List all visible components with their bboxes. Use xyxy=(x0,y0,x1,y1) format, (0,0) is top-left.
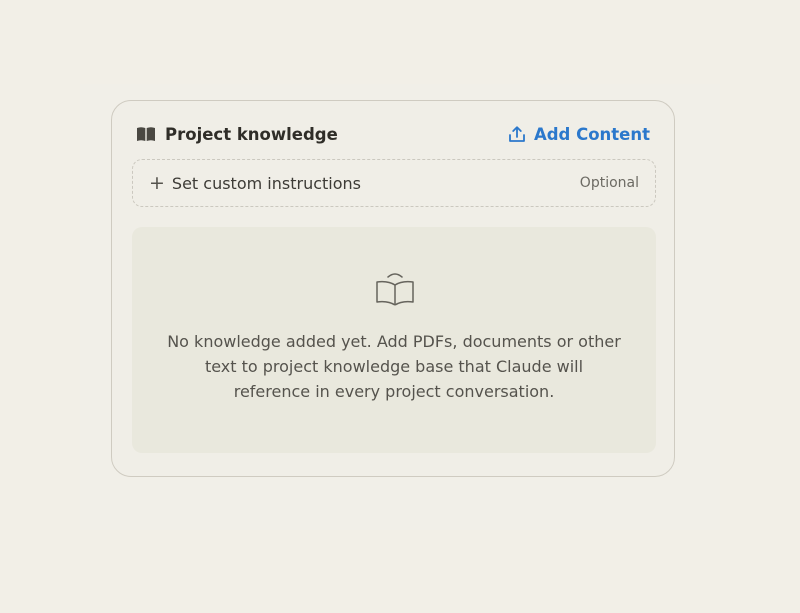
card-title: Project knowledge xyxy=(165,124,338,144)
empty-state-line-3: reference in every project conversation. xyxy=(233,382,555,401)
card-header: Project knowledge Add Content xyxy=(136,121,650,147)
instructions-left: + Set custom instructions xyxy=(149,171,361,194)
open-book-icon xyxy=(374,271,416,311)
empty-state: No knowledge added yet. Add PDFs, docume… xyxy=(132,227,656,453)
add-content-button[interactable]: Add Content xyxy=(508,125,650,144)
instructions-label: Set custom instructions xyxy=(171,173,361,193)
project-knowledge-card: Project knowledge Add Content + Set cust… xyxy=(111,100,675,477)
empty-state-line-2: text to project knowledge base that Clau… xyxy=(204,357,584,376)
optional-label: Optional xyxy=(579,175,639,191)
upload-icon xyxy=(508,125,526,143)
plus-icon: + xyxy=(149,171,165,194)
empty-state-text: No knowledge added yet. Add PDFs, docume… xyxy=(152,329,636,404)
set-custom-instructions-button[interactable]: + Set custom instructions Optional xyxy=(132,159,656,207)
title-group: Project knowledge xyxy=(136,125,338,144)
book-icon xyxy=(136,126,156,142)
empty-state-line-1: No knowledge added yet. Add PDFs, docume… xyxy=(167,332,621,351)
add-content-label: Add Content xyxy=(533,124,650,144)
